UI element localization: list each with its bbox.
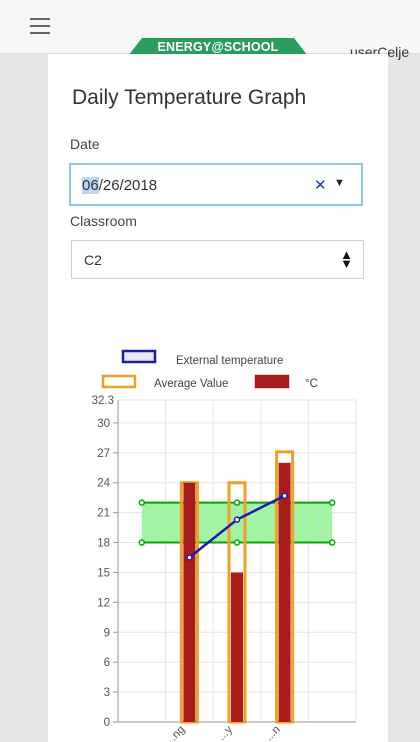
x-tick-label: ...y: [216, 723, 236, 742]
y-tick-label: 18: [97, 538, 110, 550]
y-tick-label: 3: [104, 687, 110, 699]
x-tick-label: ...ng: [163, 724, 187, 742]
legend-label: °C: [305, 378, 318, 390]
legend-swatch: [121, 349, 157, 364]
celsius-bar: [183, 482, 196, 722]
comfort-band-point: [328, 499, 336, 506]
y-tick-label: 0: [104, 717, 110, 729]
legend-swatch: [101, 374, 137, 389]
external-temperature-point: [233, 516, 241, 523]
top-navbar: ENERGY@SCHOOL userCelje: [0, 0, 420, 60]
comfort-band-point: [233, 499, 241, 506]
y-tick-label: 21: [97, 508, 110, 520]
legend-label: External temperature: [176, 355, 283, 367]
celsius-bar: [231, 572, 243, 722]
y-axis-max-label: 32.3: [92, 395, 114, 407]
x-tick-label: ...n: [263, 724, 283, 742]
hamburger-menu-icon[interactable]: [30, 18, 50, 34]
comfort-band-point: [328, 539, 336, 546]
comfort-band-point: [138, 539, 146, 546]
y-tick-label: 15: [97, 567, 110, 579]
legend-swatch: [254, 374, 290, 389]
y-tick-label: 24: [97, 478, 110, 490]
temperature-chart: External temperature Average Value °C 32.3 0…: [92, 349, 357, 742]
y-tick-label: 27: [97, 448, 110, 460]
y-tick-label: 30: [97, 418, 110, 430]
celsius-bar: [278, 462, 291, 722]
comfort-band-point: [233, 539, 241, 546]
external-temperature-point: [281, 492, 288, 499]
external-temperature-point: [186, 554, 193, 561]
y-tick-label: 12: [97, 597, 110, 609]
y-tick-label: 9: [104, 627, 110, 639]
comfort-band-point: [138, 499, 146, 506]
main-panel: Daily Temperature Graph Date 06/26/2018 …: [48, 54, 388, 742]
y-tick-label: 6: [104, 657, 110, 669]
legend-label: Average Value: [154, 378, 228, 390]
